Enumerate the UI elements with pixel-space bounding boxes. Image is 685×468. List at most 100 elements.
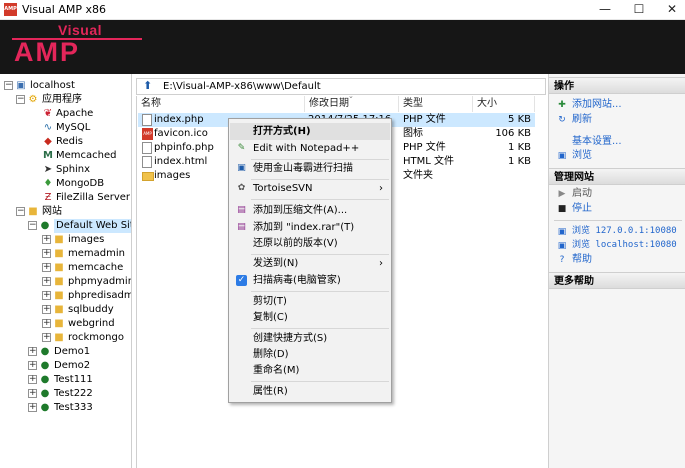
menu-item-restore[interactable]: 还原以前的版本(V) — [230, 235, 390, 252]
chevron-right-icon: › — [379, 183, 383, 194]
menu-item-delete[interactable]: 删除(D) — [230, 346, 390, 363]
expand-icon[interactable]: + — [42, 277, 51, 286]
menu-item-copy[interactable]: 复制(C) — [230, 309, 390, 326]
menu-label: 扫描病毒(电脑管家) — [253, 275, 341, 286]
folder-icon: ■ — [54, 318, 64, 329]
menu-label: 使用金山毒霸进行扫描 — [253, 163, 353, 174]
tree-label: Sphinx — [56, 164, 91, 175]
refresh-link[interactable]: 刷新 — [572, 113, 592, 126]
globe-icon: ● — [40, 374, 50, 385]
menu-item-rename[interactable]: 重命名(M) — [230, 362, 390, 379]
file-type: 图标 — [403, 128, 423, 139]
menu-label: 属性(R) — [253, 386, 288, 397]
browse-ip-link[interactable]: 浏览 127.0.0.1:10080 — [572, 225, 677, 238]
column-header-type[interactable]: 类型 — [399, 96, 473, 112]
dolphin-icon: ∿ — [43, 122, 53, 133]
menu-item-open-with[interactable]: 打开方式(H) — [230, 123, 390, 140]
tree-label: MySQL — [56, 122, 91, 133]
close-button[interactable]: ✕ — [655, 0, 685, 20]
tree-label: Memcached — [56, 150, 117, 161]
collapse-icon[interactable]: − — [16, 207, 25, 216]
add-site-link[interactable]: 添加网站... — [572, 98, 622, 111]
archive-icon: ▤ — [237, 205, 246, 215]
expand-icon[interactable]: + — [42, 291, 51, 300]
basic-settings-link[interactable]: 基本设置... — [572, 135, 622, 148]
menu-item-add-archive[interactable]: ▤ 添加到压缩文件(A)... — [230, 202, 390, 219]
file-type: 文件夹 — [403, 170, 433, 181]
globe-icon: ● — [40, 220, 50, 231]
site-tree[interactable]: − ▣ localhost − ⚙ 应用程序 ❦ Apache ∿ MySQL … — [0, 74, 132, 468]
start-link[interactable]: 启动 — [572, 187, 592, 200]
browse-link[interactable]: 浏览 — [572, 149, 592, 162]
memcached-icon: M — [43, 150, 53, 161]
tree-label: phpmyadmin — [68, 276, 132, 287]
menu-separator — [251, 199, 389, 200]
menu-item-properties[interactable]: 属性(R) — [230, 383, 390, 400]
file-size: 5 KB — [508, 114, 531, 125]
menu-item-shortcut[interactable]: 创建快捷方式(S) — [230, 330, 390, 347]
logo-top-text: Visual — [58, 22, 102, 38]
up-arrow-icon[interactable]: ⬆ — [143, 80, 155, 92]
menu-item-svn[interactable]: ✿ TortoiseSVN › — [230, 180, 390, 197]
php-file-icon — [142, 142, 152, 154]
expand-icon[interactable]: + — [28, 361, 37, 370]
menu-item-virus-scan[interactable]: ✓ 扫描病毒(电脑管家) — [230, 272, 390, 289]
menu-label: 还原以前的版本(V) — [253, 238, 338, 249]
computer-icon: ▣ — [16, 80, 26, 91]
collapse-icon[interactable]: − — [28, 221, 37, 230]
folder-icon — [142, 172, 154, 181]
expand-icon[interactable]: + — [28, 389, 37, 398]
file-name: index.html — [154, 156, 208, 167]
column-header-size[interactable]: 大小 — [473, 96, 535, 112]
expand-icon[interactable]: + — [42, 333, 51, 342]
menu-item-add-rar[interactable]: ▤ 添加到 "index.rar"(T) — [230, 219, 390, 236]
ops-header: 操作 — [549, 77, 685, 94]
sphinx-icon: ➤ — [43, 164, 53, 175]
expand-icon[interactable]: + — [42, 319, 51, 328]
stop-link[interactable]: 停止 — [572, 202, 592, 215]
file-type: PHP 文件 — [403, 142, 446, 153]
path-text[interactable]: E:\Visual-AMP-x86\www\Default — [163, 80, 321, 93]
expand-icon[interactable]: + — [42, 249, 51, 258]
column-header-name[interactable]: 名称 — [137, 96, 305, 112]
expand-icon[interactable]: + — [28, 403, 37, 412]
tree-label: Redis — [56, 136, 83, 147]
globe-icon: ● — [40, 402, 50, 413]
divider — [554, 220, 682, 221]
tortoise-icon: ✿ — [237, 183, 246, 193]
folder-icon: ■ — [54, 332, 64, 343]
html-file-icon — [142, 156, 152, 168]
collapse-icon[interactable]: − — [16, 95, 25, 104]
menu-item-scan[interactable]: ▣ 使用金山毒霸进行扫描 — [230, 160, 390, 177]
browse-localhost-link[interactable]: 浏览 localhost:10080 — [572, 239, 677, 252]
menu-item-cut[interactable]: 剪切(T) — [230, 293, 390, 310]
tree-label: Test333 — [54, 402, 93, 413]
maximize-button[interactable]: ☐ — [622, 0, 656, 20]
menu-item-notepad[interactable]: ✎ Edit with Notepad++ — [230, 140, 390, 157]
expand-icon[interactable]: + — [28, 347, 37, 356]
manage-header: 管理网站 — [549, 168, 685, 185]
expand-icon[interactable]: + — [42, 263, 51, 272]
menu-label: 剪切(T) — [253, 296, 287, 307]
help-icon: ? — [559, 255, 565, 265]
actions-pane — [548, 74, 685, 468]
expand-icon[interactable]: + — [42, 305, 51, 314]
context-menu[interactable]: 打开方式(H) ✎ Edit with Notepad++ ▣ 使用金山毒霸进行… — [228, 118, 392, 403]
folder-icon: ■ — [54, 276, 64, 287]
help-link[interactable]: 帮助 — [572, 253, 592, 266]
menu-separator — [251, 328, 389, 329]
shield-icon: ▣ — [237, 163, 246, 173]
expand-icon[interactable]: + — [28, 375, 37, 384]
minimize-button[interactable]: — — [588, 0, 622, 20]
menu-item-send-to[interactable]: 发送到(N) › — [230, 255, 390, 272]
tree-label: memcache — [68, 262, 124, 273]
logo-main-text: AMP — [14, 37, 80, 67]
file-size: 1 KB — [508, 142, 531, 153]
collapse-icon[interactable]: − — [4, 81, 13, 90]
tree-label: Test111 — [54, 374, 93, 385]
feather-icon: ❦ — [43, 108, 53, 119]
menu-label: Edit with Notepad++ — [253, 143, 360, 154]
expand-icon[interactable]: + — [42, 235, 51, 244]
leaf-icon: ♦ — [43, 178, 53, 189]
archive-icon: ▤ — [237, 222, 246, 232]
